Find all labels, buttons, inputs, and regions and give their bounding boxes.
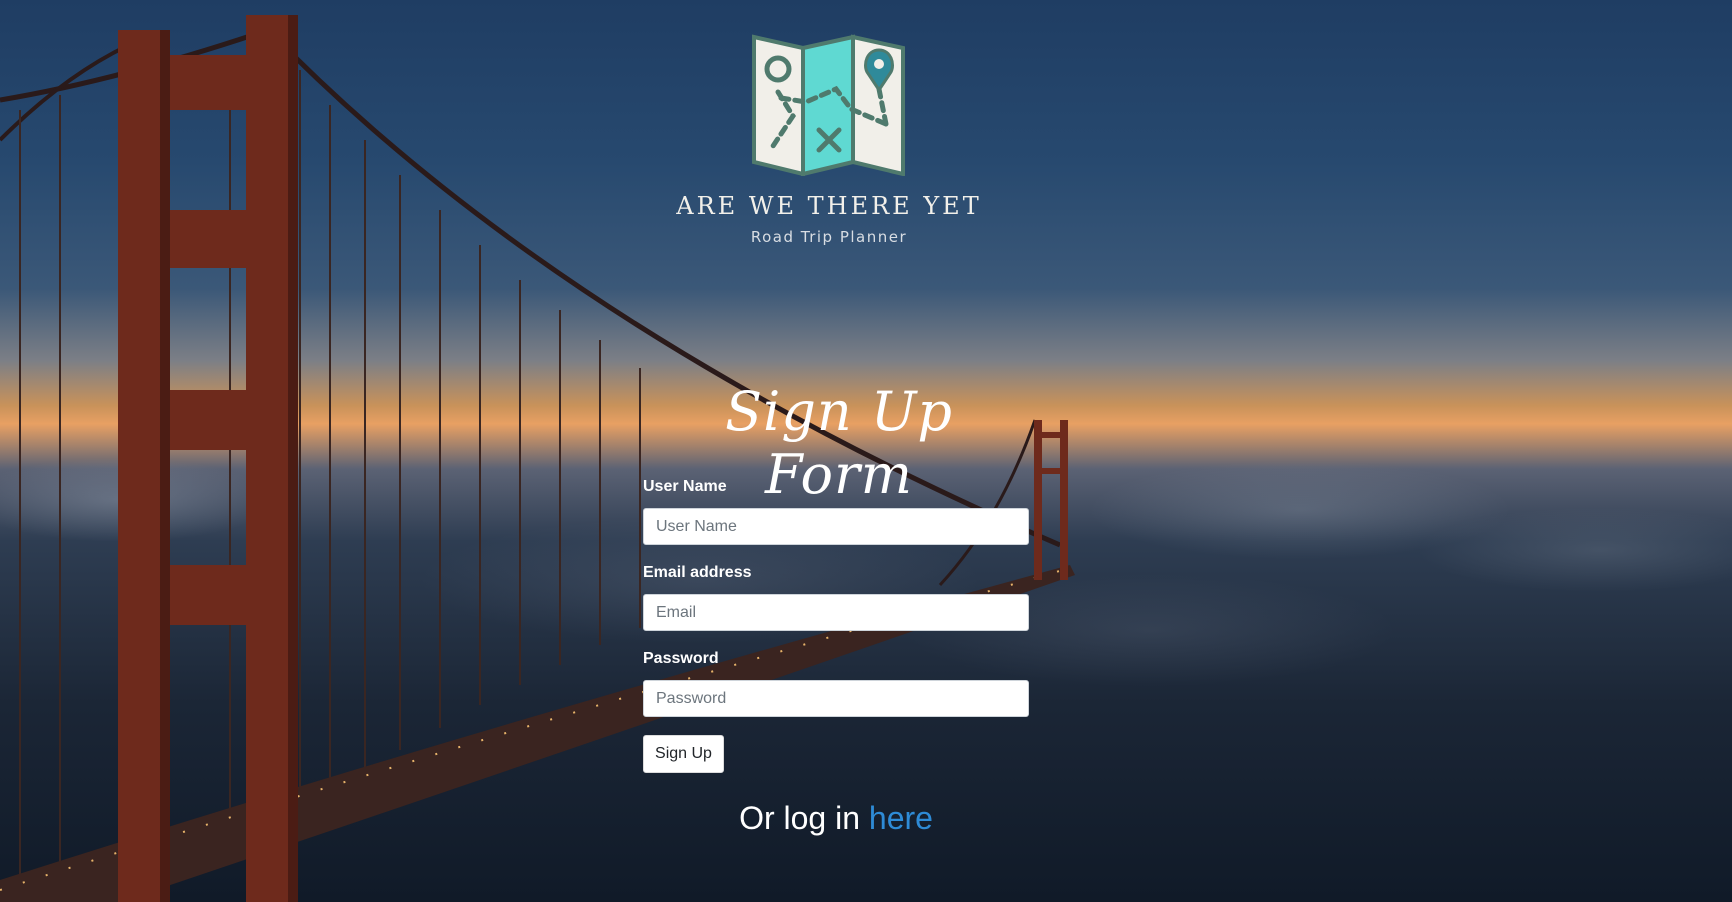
password-input[interactable] [643, 680, 1029, 717]
brand-subtitle: Road Trip Planner [750, 228, 908, 246]
username-label: User Name [643, 478, 727, 495]
login-prompt: Or log in here [643, 800, 1029, 837]
password-label: Password [643, 650, 719, 667]
login-link[interactable]: here [869, 800, 933, 836]
sign-up-button[interactable]: Sign Up [643, 735, 724, 773]
login-prompt-text: Or log in [739, 800, 869, 836]
folded-map-icon [752, 34, 905, 176]
email-input[interactable] [643, 594, 1029, 631]
email-label: Email address [643, 564, 752, 581]
brand-title: ARE WE THERE YET [676, 192, 982, 220]
username-input[interactable] [643, 508, 1029, 545]
